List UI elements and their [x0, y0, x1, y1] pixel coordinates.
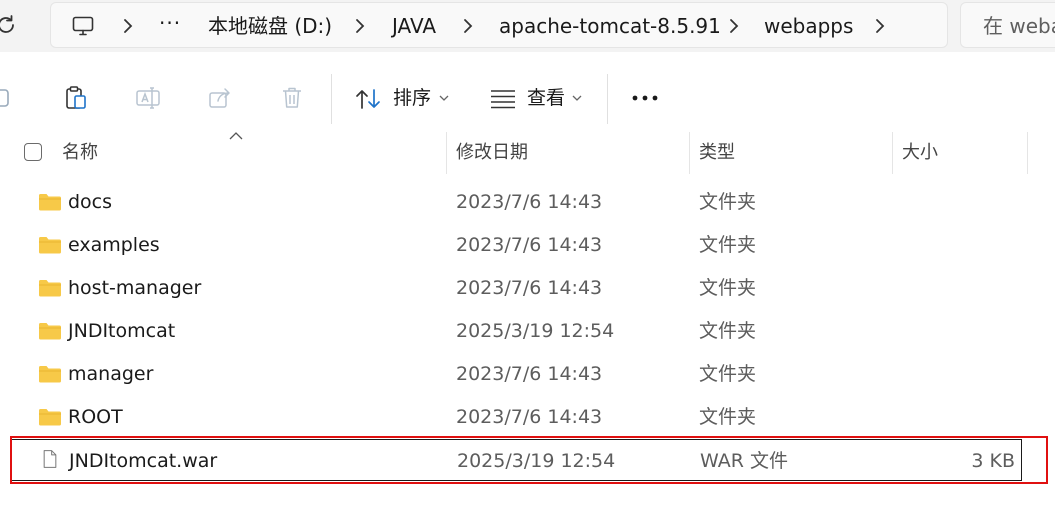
file-name: manager	[68, 363, 154, 385]
column-divider[interactable]	[892, 132, 893, 174]
view-button[interactable]: 查看	[490, 78, 590, 118]
file-type: 文件夹	[699, 320, 757, 342]
column-name[interactable]: 名称	[62, 132, 98, 174]
file-date: 2025/3/19 12:54	[456, 320, 615, 342]
view-list-icon	[491, 90, 515, 109]
file-type: 文件夹	[699, 191, 757, 213]
refresh-icon[interactable]	[0, 13, 18, 37]
this-pc-icon[interactable]	[71, 14, 95, 38]
list-item[interactable]: docs 2023/7/6 14:43 文件夹	[10, 181, 1022, 223]
chevron-down-icon	[439, 95, 449, 101]
column-type[interactable]: 类型	[699, 132, 735, 174]
column-date-modified[interactable]: 修改日期	[456, 132, 528, 174]
toolbar-divider	[331, 74, 332, 124]
chevron-right-icon[interactable]	[727, 16, 741, 36]
file-date: 2023/7/6 14:43	[456, 406, 603, 428]
chevron-right-icon[interactable]	[873, 16, 887, 36]
folder-icon	[39, 366, 61, 383]
list-item[interactable]: examples 2023/7/6 14:43 文件夹	[10, 224, 1022, 266]
chevron-down-icon	[572, 95, 582, 101]
sort-ascending-icon	[229, 132, 243, 140]
toolbar-divider	[607, 74, 608, 124]
breadcrumb-webapps[interactable]: webapps	[764, 3, 853, 49]
folder-icon	[39, 280, 61, 297]
file-date: 2023/7/6 14:43	[456, 277, 603, 299]
folder-icon	[39, 194, 61, 211]
chevron-right-icon[interactable]	[121, 16, 135, 36]
paste-icon[interactable]	[62, 84, 90, 112]
more-options-icon[interactable]	[628, 78, 664, 118]
sort-icon	[356, 89, 380, 109]
command-bar: 排序 查看	[0, 60, 1055, 136]
folder-icon	[39, 409, 61, 426]
file-name: JNDItomcat	[68, 320, 176, 342]
list-item[interactable]: manager 2023/7/6 14:43 文件夹	[10, 353, 1022, 395]
file-type: 文件夹	[699, 363, 757, 385]
annotation-highlight-box	[10, 436, 1048, 484]
file-name: examples	[68, 234, 160, 256]
column-divider[interactable]	[689, 132, 690, 174]
file-type: 文件夹	[699, 277, 757, 299]
folder-icon	[39, 323, 61, 340]
folder-icon	[39, 237, 61, 254]
share-icon[interactable]	[206, 84, 234, 112]
file-type: 文件夹	[699, 234, 757, 256]
delete-icon[interactable]	[278, 84, 306, 112]
file-name: docs	[68, 191, 113, 213]
column-divider[interactable]	[1027, 132, 1028, 174]
file-date: 2023/7/6 14:43	[456, 191, 603, 213]
address-bar[interactable]: ··· 本地磁盘 (D:) JAVA apache-tomcat-8.5.91 …	[50, 2, 948, 48]
sort-button[interactable]: 排序	[355, 78, 455, 118]
file-name: host-manager	[68, 277, 202, 299]
list-item[interactable]: ROOT 2023/7/6 14:43 文件夹	[10, 396, 1022, 438]
file-date: 2023/7/6 14:43	[456, 234, 603, 256]
rename-icon[interactable]	[134, 84, 162, 112]
breadcrumb-drive[interactable]: 本地磁盘 (D:)	[208, 3, 332, 49]
breadcrumb-overflow[interactable]: ···	[159, 3, 181, 49]
file-date: 2023/7/6 14:43	[456, 363, 603, 385]
search-input[interactable]: 在 webapps 中搜索	[960, 2, 1055, 48]
sort-label: 排序	[393, 87, 432, 109]
copy-icon[interactable]	[0, 84, 16, 112]
address-toolbar: ··· 本地磁盘 (D:) JAVA apache-tomcat-8.5.91 …	[0, 0, 1055, 52]
column-size[interactable]: 大小	[902, 132, 938, 174]
list-item[interactable]: JNDItomcat 2025/3/19 12:54 文件夹	[10, 310, 1022, 352]
breadcrumb-tomcat[interactable]: apache-tomcat-8.5.91	[499, 3, 721, 49]
view-label: 查看	[527, 87, 566, 109]
file-name: ROOT	[68, 406, 123, 428]
select-all-checkbox[interactable]	[24, 143, 42, 161]
breadcrumb-java[interactable]: JAVA	[392, 3, 436, 49]
chevron-right-icon[interactable]	[461, 16, 475, 36]
column-divider[interactable]	[446, 132, 447, 174]
file-type: 文件夹	[699, 406, 757, 428]
list-item[interactable]: host-manager 2023/7/6 14:43 文件夹	[10, 267, 1022, 309]
chevron-right-icon[interactable]	[353, 16, 367, 36]
